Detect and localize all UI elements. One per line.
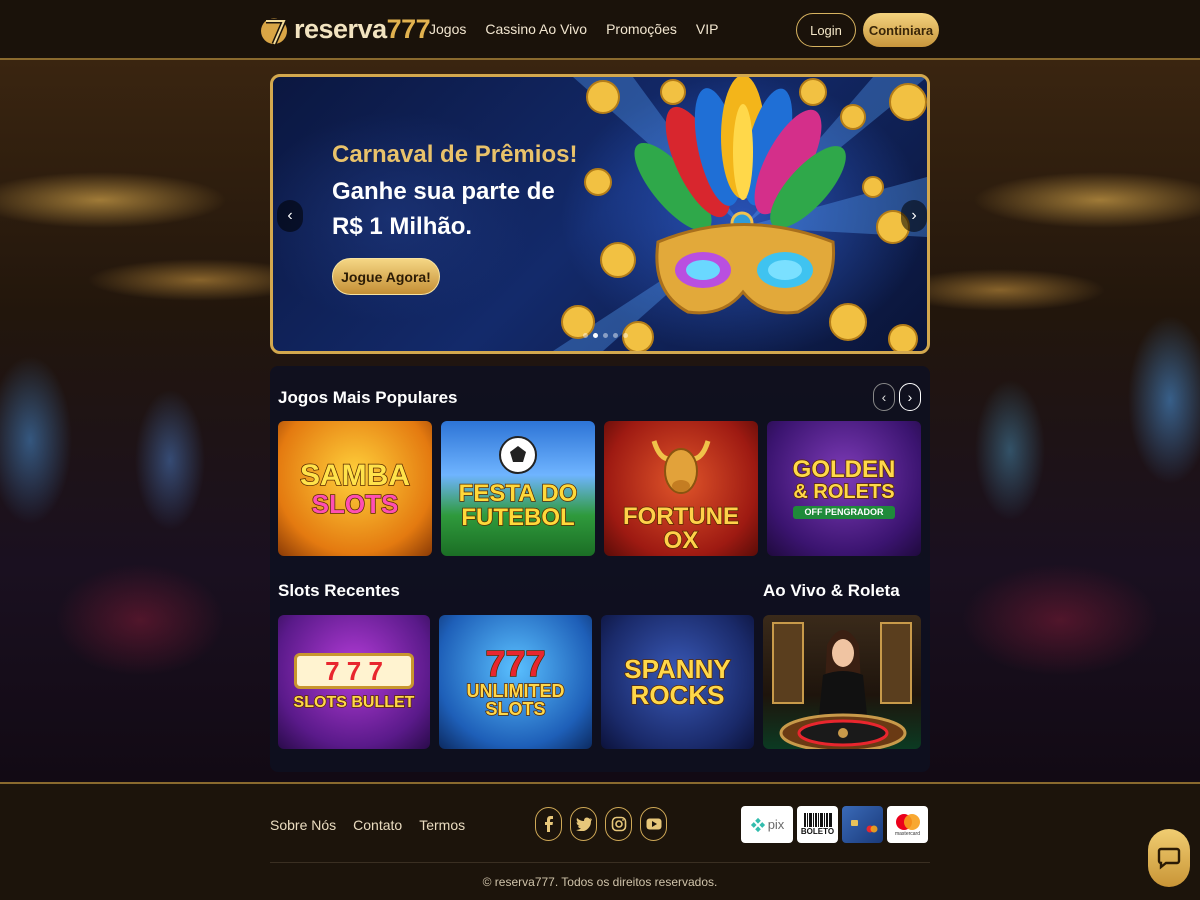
hero-next-arrow-icon[interactable]: ›: [901, 200, 927, 232]
social-links: [535, 807, 667, 841]
popular-prev-button[interactable]: ‹: [873, 383, 895, 411]
logo-text: reserva777: [294, 13, 431, 44]
live-dealer-roulette-illustration: [772, 622, 912, 749]
nav-cassino-ao-vivo[interactable]: Cassino Ao Vivo: [485, 21, 587, 37]
instagram-icon[interactable]: [605, 807, 632, 841]
login-button[interactable]: Login: [796, 13, 856, 47]
game-title: Festa do Futebol: [458, 479, 578, 531]
footer: Sobre Nós Contato Termos pix BOLETO mast…: [0, 782, 1200, 900]
game-tile-unlimited-slots[interactable]: 777 Unlimited Slots: [439, 615, 592, 749]
hero-subtitle-line2: R$ 1 Milhão.: [332, 213, 473, 240]
section-title-recent: Slots Recentes: [278, 581, 400, 600]
game-title: Samba Slots: [299, 458, 411, 519]
pix-payment-icon: pix: [741, 806, 793, 843]
game-title: Fortune Ox: [622, 502, 740, 554]
game-title: 7 7 7 Slots Bullet: [293, 653, 415, 711]
credit-card-icon: [842, 806, 883, 843]
carousel-dots[interactable]: [583, 333, 628, 338]
top-navbar: reserva777 Jogos Cassino Ao Vivo Promoçõ…: [0, 0, 1200, 60]
main-nav: Jogos Cassino Ao Vivo Promoções VIP: [429, 21, 718, 37]
nav-vip[interactable]: VIP: [696, 21, 719, 37]
copyright-text: © reserva777. Todos os direitos reservad…: [482, 875, 718, 889]
game-tile-samba-slots[interactable]: Samba Slots: [278, 421, 432, 556]
logo-seven-icon: [261, 18, 288, 45]
popular-next-button[interactable]: ›: [899, 383, 921, 411]
boleto-payment-icon: BOLETO: [797, 806, 838, 843]
soccer-ball-icon: [499, 436, 537, 474]
carousel-dot[interactable]: [623, 333, 628, 338]
footer-link-about[interactable]: Sobre Nós: [270, 817, 336, 833]
payment-methods: pix BOLETO mastercard: [741, 806, 928, 843]
hero-title: Carnaval de Prêmios!: [332, 141, 578, 168]
hero-banner[interactable]: Carnaval de Prêmios! Ganhe sua parte de …: [270, 74, 930, 354]
game-tile-slots-bullet[interactable]: 7 7 7 Slots Bullet: [278, 615, 430, 749]
game-tile-spanny-rocks[interactable]: Spanny Rocks: [601, 615, 754, 749]
chat-bubble-icon: [1157, 847, 1181, 870]
continue-button[interactable]: Continiara: [863, 13, 939, 47]
carousel-dot[interactable]: [613, 333, 618, 338]
carousel-dot[interactable]: [583, 333, 588, 338]
play-now-button[interactable]: Jogue Agora!: [332, 258, 440, 295]
game-title: Golden & Rolets Off Pengrador: [792, 456, 896, 519]
logo[interactable]: reserva777: [260, 10, 431, 48]
hero-prev-arrow-icon[interactable]: ‹: [277, 200, 303, 232]
section-title-live: Ao Vivo & Roleta: [763, 581, 900, 600]
game-tile-fortune-ox[interactable]: Fortune Ox: [604, 421, 758, 556]
section-title-popular: Jogos Mais Populares: [278, 388, 458, 407]
mastercard-icon: mastercard: [887, 806, 928, 843]
ox-head-icon: [651, 440, 711, 494]
game-tile-festa-do-futebol[interactable]: Festa do Futebol: [441, 421, 595, 556]
footer-links: Sobre Nós Contato Termos: [270, 817, 465, 833]
footer-divider: [270, 862, 930, 863]
hero-subtitle-line1: Ganhe sua parte de: [332, 178, 555, 205]
nav-promocoes[interactable]: Promoções: [606, 21, 677, 37]
game-title: Spanny Rocks: [624, 654, 732, 710]
carousel-dot[interactable]: [603, 333, 608, 338]
footer-link-terms[interactable]: Termos: [419, 817, 465, 833]
live-chat-button[interactable]: [1148, 829, 1190, 887]
footer-link-contact[interactable]: Contato: [353, 817, 402, 833]
carousel-dot[interactable]: [593, 333, 598, 338]
nav-jogos[interactable]: Jogos: [429, 21, 466, 37]
game-title: 777 Unlimited Slots: [466, 643, 566, 719]
game-tile-live-roulette[interactable]: [763, 615, 921, 749]
youtube-icon[interactable]: [640, 807, 667, 841]
game-tile-golden-rolets[interactable]: Golden & Rolets Off Pengrador: [767, 421, 921, 556]
twitter-icon[interactable]: [570, 807, 597, 841]
facebook-icon[interactable]: [535, 807, 562, 841]
